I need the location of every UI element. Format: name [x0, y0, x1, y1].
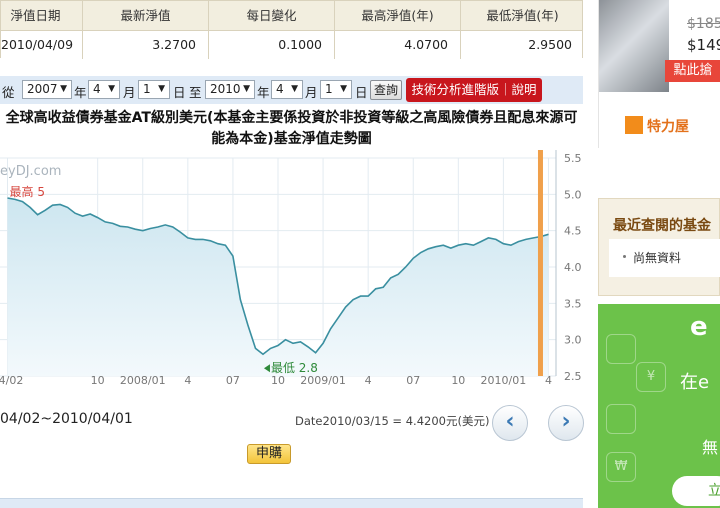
current-date-marker [537, 150, 543, 376]
stats-header-row: 淨值日期 最新淨值 每日變化 最高淨值(年) 最低淨值(年) [1, 1, 582, 31]
advanced-analysis-button[interactable]: 技術分析進階版｜說明 [406, 78, 542, 102]
x-tick-label: 2008/01 [120, 374, 166, 386]
chevron-down-icon: ▼ [108, 84, 115, 94]
x-tick-label: 07 [226, 374, 240, 386]
header-year-high: 最高淨值(年) [335, 1, 461, 30]
to-year-value: 2010 [210, 82, 241, 96]
y-tick-label: 2.5 [564, 370, 582, 383]
hover-date-info: Date2010/03/15 = 4.4200元(美元) [295, 414, 490, 428]
recent-funds-title: 最近查閱的基金 [613, 218, 711, 234]
x-tick-label: 4 [365, 374, 372, 386]
next-period-button[interactable]: › [548, 405, 584, 441]
x-tick-label: 4 [184, 374, 191, 386]
ad-banner-top[interactable]: $185 $149 點此搶 特力屋 [598, 0, 720, 148]
x-tick-label: 4 [545, 374, 552, 386]
nav-trend-chart[interactable]: eyDJ.com 2.5 3.0 3.5 4.0 4.5 5.0 5.5 04/02 10 20… [0, 150, 590, 386]
ad-cta-button[interactable]: 點此搶 [665, 60, 720, 82]
ad-banner-bottom[interactable]: ¥ ₩ e 在e 無 立 [598, 304, 720, 508]
hex-decoration-icon [606, 404, 636, 434]
to-label: 至 [189, 85, 202, 100]
header-year-low: 最低淨值(年) [486, 8, 559, 23]
from-day-select[interactable]: 1 ▼ [138, 80, 170, 99]
watermark-text: eyDJ.com [0, 164, 61, 179]
x-tick-label: 10 [91, 374, 105, 386]
from-year-select[interactable]: 2007 ▼ [22, 80, 72, 99]
value-latest-nav: 3.2700 [83, 31, 209, 59]
header-latest-nav: 最新淨值 [83, 1, 209, 30]
ad-brand: 特力屋 [647, 119, 689, 135]
from-day-value: 1 [143, 82, 151, 96]
chevron-right-icon: › [561, 409, 571, 434]
header-daily-change: 每日變化 [209, 1, 335, 30]
ad-headline: 在e [680, 372, 710, 393]
x-tick-label: 07 [406, 374, 420, 386]
y-tick-label: 5.0 [564, 188, 582, 201]
x-tick-label: 10 [271, 374, 285, 386]
hex-decoration-icon [606, 334, 636, 364]
y-tick-label: 3.5 [564, 297, 582, 310]
day-unit-label-2: 日 [355, 85, 368, 100]
value-year-low: 2.9500 [528, 37, 572, 52]
recent-funds-panel: 最近查閱的基金 尚無資料 [598, 198, 720, 296]
to-year-select[interactable]: 2010 ▼ [205, 80, 255, 99]
to-month-select[interactable]: 4 ▼ [271, 80, 303, 99]
bullet-icon [623, 255, 626, 258]
chevron-down-icon: ▼ [158, 84, 165, 94]
month-unit-label-2: 月 [305, 85, 318, 100]
ad-bottom-cta[interactable]: 立 [672, 476, 720, 506]
query-button[interactable]: 查詢 [370, 80, 402, 100]
chevron-down-icon: ▼ [60, 84, 67, 94]
ad-old-price: $185 [687, 16, 720, 32]
value-daily-change: 0.1000 [209, 31, 335, 59]
ad-subline: 無 [702, 438, 719, 457]
value-nav-date: 2010/04/09 [1, 31, 83, 59]
recent-funds-empty: 尚無資料 [633, 251, 682, 265]
y-tick-label: 3.0 [564, 334, 582, 347]
stats-value-row: 2010/04/09 3.2700 0.1000 4.0700 2.9500 [1, 31, 582, 59]
x-tick-label: 04/02 [0, 374, 23, 386]
year-unit-label: 年 [74, 85, 87, 100]
x-tick-label: 2009/01 [300, 374, 346, 386]
year-unit-label-2: 年 [257, 85, 270, 100]
x-tick-label: 2010/01 [481, 374, 527, 386]
day-unit-label: 日 [173, 85, 186, 100]
header-nav-date: 淨值日期 [1, 1, 83, 30]
to-month-value: 4 [276, 82, 284, 96]
brand-logo-icon [625, 116, 643, 134]
to-day-value: 1 [325, 82, 333, 96]
won-icon: ₩ [606, 452, 636, 482]
ad-logo: e [690, 312, 708, 342]
bottom-strip [0, 498, 583, 508]
from-label: 從 [2, 85, 15, 100]
yen-icon: ¥ [636, 362, 666, 392]
y-tick-label: 4.0 [564, 261, 582, 274]
subscribe-button[interactable]: 申購 [247, 444, 291, 464]
chevron-down-icon: ▼ [340, 84, 347, 94]
high-annotation: 最高 5 [10, 184, 45, 199]
nav-stats-table: 淨值日期 最新淨值 每日變化 最高淨值(年) 最低淨值(年) 2010/04/0… [0, 0, 583, 59]
x-tick-label: 10 [451, 374, 465, 386]
from-month-select[interactable]: 4 ▼ [88, 80, 120, 99]
from-year-value: 2007 [27, 82, 58, 96]
product-image [599, 0, 669, 92]
date-filter-bar: 從 2007 ▼ 年 4 ▼ 月 1 ▼ 日 至 2010 ▼ 年 4 ▼ 月 1 ▼ 日 … [0, 76, 583, 104]
ad-price: $149 [687, 36, 720, 54]
month-unit-label: 月 [123, 85, 136, 100]
y-tick-label: 5.5 [564, 152, 582, 165]
value-year-high: 4.0700 [335, 31, 461, 59]
from-month-value: 4 [93, 82, 101, 96]
low-annotation: 最低 2.8 [271, 361, 318, 375]
prev-period-button[interactable]: ‹ [492, 405, 528, 441]
y-tick-label: 4.5 [564, 225, 582, 238]
chevron-down-icon: ▼ [291, 84, 298, 94]
y-axis-ticks: 2.5 3.0 3.5 4.0 4.5 5.0 5.5 [564, 152, 582, 383]
recent-funds-list: 尚無資料 [609, 239, 720, 277]
chevron-left-icon: ‹ [505, 409, 515, 434]
chart-title: 全球高收益債券基金AT級別美元(本基金主要係投資於非投資等級之高風險債券且配息來… [5, 110, 578, 147]
to-day-select[interactable]: 1 ▼ [320, 80, 352, 99]
chevron-down-icon: ▼ [243, 84, 250, 94]
date-range-text: 04/02~2010/04/01 [0, 411, 133, 427]
